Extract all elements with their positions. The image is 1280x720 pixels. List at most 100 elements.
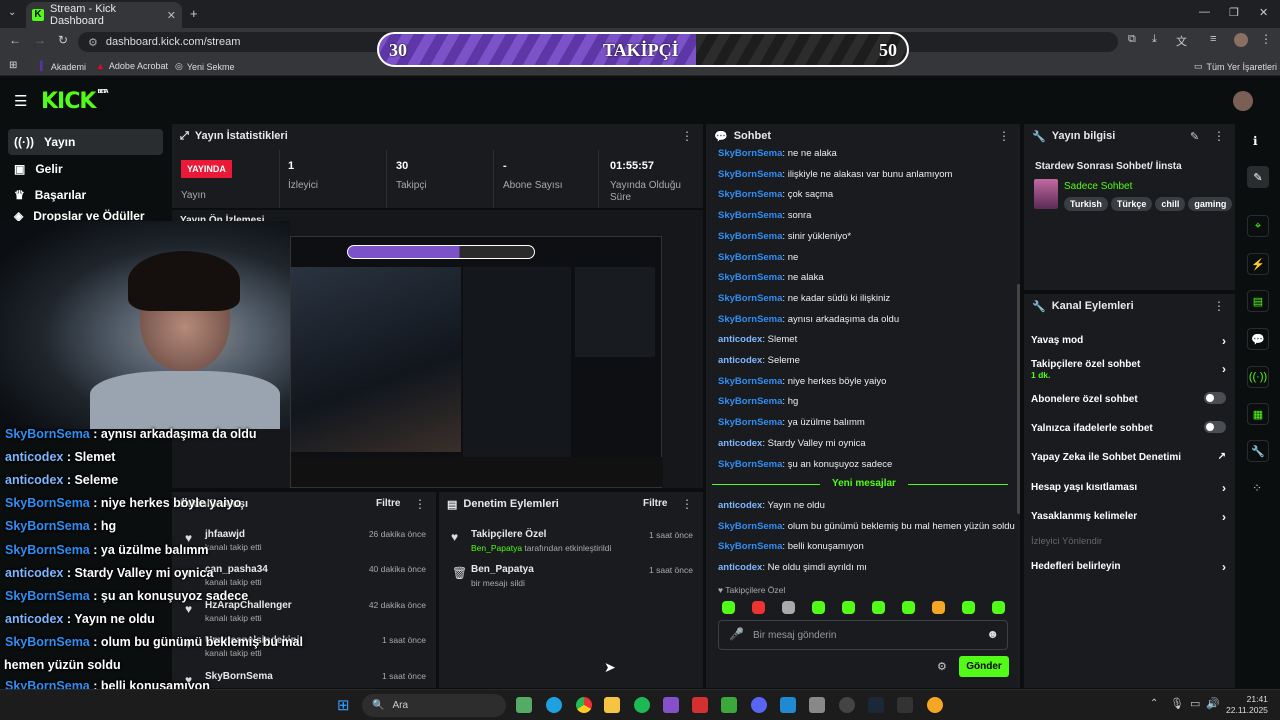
emote-icon[interactable]: [722, 601, 735, 614]
reload-icon[interactable]: ↻: [58, 33, 68, 47]
chat-username[interactable]: SkyBornSema: [718, 231, 782, 242]
bookmark-adobe-acrobat[interactable]: ▲ Adobe Acrobat: [96, 61, 168, 71]
excel-game-icon[interactable]: [721, 697, 737, 713]
extensions-icon[interactable]: ⧉: [1128, 33, 1136, 46]
chat-settings-gear-icon[interactable]: ⚙: [937, 660, 947, 673]
chevron-right-icon[interactable]: ›: [1222, 334, 1226, 348]
edit-pencil-icon[interactable]: ✎: [1190, 130, 1199, 143]
edge-icon[interactable]: [546, 697, 562, 713]
chat-username[interactable]: SkyBornSema: [718, 210, 782, 221]
chevron-right-icon[interactable]: ›: [1222, 362, 1226, 376]
bookmark-akademi[interactable]: ▍ Akademi: [40, 61, 86, 72]
channel-action-row[interactable]: Yapay Zeka ile Sohbet Denetimi ↗: [1031, 451, 1226, 463]
reading-list-icon[interactable]: ≡: [1210, 33, 1216, 45]
send-button[interactable]: Gönder: [959, 656, 1009, 677]
microphone-icon[interactable]: 🎤: [729, 627, 744, 641]
sidebar-item-yayin[interactable]: ((·)) Yayın: [8, 129, 163, 155]
stream-preview-video[interactable]: [290, 236, 663, 488]
sidebar-item-gelir[interactable]: ▣ Gelir: [8, 156, 163, 182]
taskbar-clock[interactable]: 21:41 22.11.2025: [1226, 694, 1268, 716]
channel-action-row[interactable]: Yalnızca ifadelerle sohbet: [1031, 421, 1226, 434]
chat-icon[interactable]: 💬: [1247, 328, 1269, 350]
all-bookmarks[interactable]: ▭ Tüm Yer İşaretleri: [1194, 61, 1277, 72]
visual-studio-icon[interactable]: [663, 697, 679, 713]
external-link-icon[interactable]: ↗: [1218, 451, 1226, 462]
more-options-icon[interactable]: ⋮: [1213, 299, 1225, 313]
display-icon[interactable]: ▭: [1190, 697, 1200, 710]
emote-icon[interactable]: [872, 601, 885, 614]
file-explorer-icon[interactable]: [604, 697, 620, 713]
microphone-icon[interactable]: 🎙: [1170, 697, 1184, 710]
channel-action-row[interactable]: Takipçilere özel sohbet 1 dk. ›: [1031, 359, 1226, 380]
emote-icon[interactable]: [962, 601, 975, 614]
app-icon[interactable]: [809, 697, 825, 713]
new-tab-icon[interactable]: +: [190, 6, 198, 21]
volume-icon[interactable]: 🔊: [1206, 697, 1220, 710]
emote-icon[interactable]: [992, 601, 1005, 614]
acrobat-icon[interactable]: [692, 697, 708, 713]
chat-username[interactable]: SkyBornSema: [718, 272, 782, 283]
close-window-icon[interactable]: ✕: [1259, 6, 1268, 19]
chat-username[interactable]: anticodex: [718, 562, 762, 573]
emote-icon[interactable]: [782, 601, 795, 614]
focus-icon[interactable]: ⌖: [1247, 215, 1269, 237]
channel-action-row[interactable]: Yasaklanmış kelimeler ›: [1031, 510, 1226, 524]
minimize-icon[interactable]: —: [1199, 6, 1210, 18]
back-icon[interactable]: ←: [9, 33, 21, 47]
tray-chevron-icon[interactable]: ⌃: [1150, 698, 1158, 709]
channel-action-row[interactable]: Yavaş mod ›: [1031, 334, 1226, 348]
apps-dots-icon[interactable]: ⁘: [1252, 481, 1262, 495]
storage-icon[interactable]: ▦: [1247, 403, 1269, 425]
more-options-icon[interactable]: ⋮: [414, 497, 426, 511]
category-link[interactable]: Sadece Sohbet: [1064, 181, 1132, 192]
clipboard-icon[interactable]: ▤: [1247, 290, 1269, 312]
profile-avatar[interactable]: [1234, 33, 1248, 47]
emote-icon[interactable]: [932, 601, 945, 614]
moderation-filter-button[interactable]: Filtre: [643, 498, 667, 509]
spotify-icon[interactable]: [634, 697, 650, 713]
channel-action-row[interactable]: Hesap yaşı kısıtlaması ›: [1031, 481, 1226, 495]
tag-chip[interactable]: Türkçe: [1110, 197, 1153, 211]
tag-chip[interactable]: Turkish: [1064, 197, 1108, 211]
mod-action-user[interactable]: Ben_Papatya: [471, 543, 522, 553]
chevron-right-icon[interactable]: ›: [1222, 560, 1226, 574]
chat-username[interactable]: SkyBornSema: [718, 293, 782, 304]
tab-list-icon[interactable]: ⌄: [8, 7, 16, 18]
terminal-icon[interactable]: [897, 697, 913, 713]
tag-chip[interactable]: gaming: [1188, 197, 1233, 211]
chat-username[interactable]: anticodex: [718, 438, 762, 449]
tag-chip[interactable]: chill: [1155, 197, 1186, 211]
chat-username[interactable]: SkyBornSema: [718, 417, 782, 428]
activity-username[interactable]: can_pasha34: [205, 564, 268, 575]
chat-username[interactable]: SkyBornSema: [718, 252, 782, 263]
chat-username[interactable]: SkyBornSema: [718, 376, 782, 387]
task-view-icon[interactable]: [516, 697, 532, 713]
lightning-icon[interactable]: ⚡: [1247, 253, 1269, 275]
obs-icon[interactable]: [839, 697, 855, 713]
chat-input[interactable]: 🎤 Bir mesaj gönderin ☻: [718, 620, 1008, 650]
emote-icon[interactable]: [842, 601, 855, 614]
chat-username[interactable]: SkyBornSema: [718, 169, 782, 180]
emote-icon[interactable]: [812, 601, 825, 614]
windows-start-icon[interactable]: ⊞: [337, 696, 350, 714]
chat-username[interactable]: SkyBornSema: [718, 148, 782, 159]
sidebar-item-drops[interactable]: ◈ Dropslar ve Ödüller: [8, 209, 163, 221]
activity-username[interactable]: jhfaawjd: [205, 529, 245, 540]
chat-username[interactable]: anticodex: [718, 334, 762, 345]
broadcast-icon[interactable]: ((·)): [1247, 366, 1269, 388]
game-icon[interactable]: [927, 697, 943, 713]
more-options-icon[interactable]: ⋮: [681, 497, 693, 511]
apps-grid-icon[interactable]: ⊞: [9, 60, 17, 71]
more-options-icon[interactable]: ⋮: [681, 129, 693, 143]
toggle-switch[interactable]: [1204, 392, 1226, 404]
chat-username[interactable]: SkyBornSema: [718, 459, 782, 470]
browser-menu-icon[interactable]: ⋮: [1260, 32, 1272, 46]
emote-icon[interactable]: [902, 601, 915, 614]
chat-username[interactable]: SkyBornSema: [718, 541, 782, 552]
hamburger-menu-icon[interactable]: ☰: [14, 92, 27, 110]
category-thumbnail[interactable]: [1034, 179, 1058, 209]
browser-tab[interactable]: K Stream - Kick Dashboard ✕: [26, 2, 182, 28]
vscode-icon[interactable]: [780, 697, 796, 713]
maximize-icon[interactable]: ❐: [1229, 6, 1239, 19]
activity-username[interactable]: SkyBornSema: [205, 671, 273, 682]
